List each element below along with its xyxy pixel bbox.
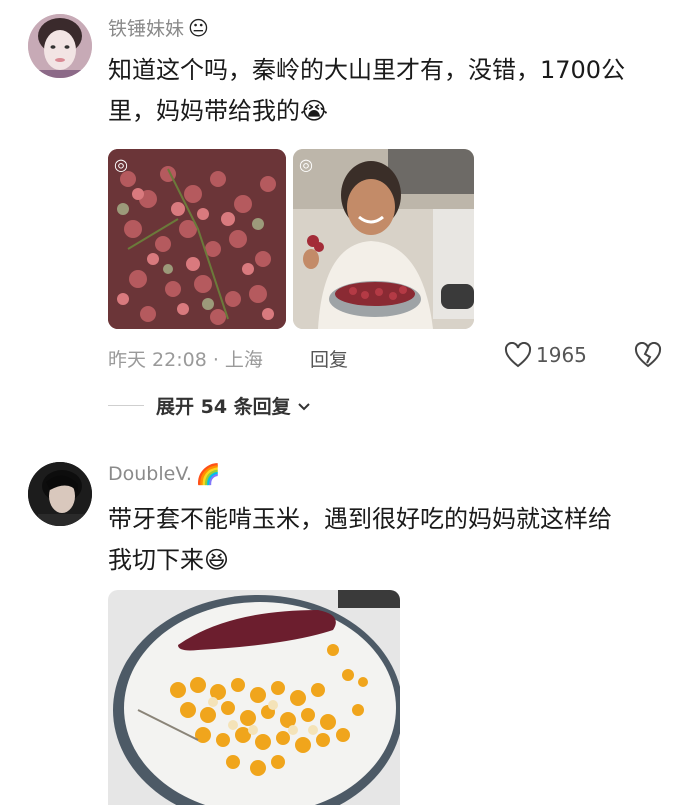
woman-photo[interactable]: ◎	[293, 149, 474, 329]
like-button[interactable]: 1965	[504, 342, 587, 368]
live-photo-icon: ◎	[299, 155, 313, 174]
comment-text: 知道这个吗，秦岭的大山里才有，没错，1700公 里，妈妈带给我的😭	[108, 50, 668, 132]
expand-replies-label: 展开 54 条回复	[156, 396, 291, 418]
expand-replies-button[interactable]: 展开 54 条回复	[156, 392, 313, 419]
chevron-down-icon	[297, 402, 310, 410]
corn-plate-photo[interactable]	[108, 590, 400, 805]
live-photo-icon: ◎	[114, 155, 128, 174]
comment-line: 带牙套不能啃玉米，遇到很好吃的妈妈就这样给	[108, 505, 612, 533]
laughing-emoji: 😆	[204, 546, 230, 574]
dislike-button[interactable]	[634, 341, 662, 372]
avatar[interactable]	[28, 14, 92, 78]
username[interactable]: 铁锤妹妹	[108, 14, 184, 41]
broken-heart-icon	[634, 341, 662, 368]
username[interactable]: DoubleV.	[108, 463, 192, 485]
reply-button[interactable]: 回复	[310, 345, 348, 372]
crying-emoji: 😭	[300, 97, 329, 125]
comment-text: 带牙套不能啃玉米，遇到很好吃的妈妈就这样给 我切下来😆	[108, 499, 668, 581]
avatar[interactable]	[28, 462, 92, 526]
comment-line: 里，妈妈带给我的	[108, 97, 300, 125]
neutral-face-emoji: 😐	[188, 15, 209, 40]
comment-line: 知道这个吗，秦岭的大山里才有，没错，1700公	[108, 56, 626, 84]
berries-photo[interactable]: ◎	[108, 149, 286, 329]
divider-line	[108, 405, 144, 406]
rainbow-emoji: 🌈	[195, 462, 221, 486]
comment-line: 我切下来	[108, 546, 204, 574]
comment-timestamp: 昨天 22:08 · 上海	[108, 349, 263, 371]
heart-icon	[504, 342, 532, 368]
like-count: 1965	[536, 343, 587, 367]
